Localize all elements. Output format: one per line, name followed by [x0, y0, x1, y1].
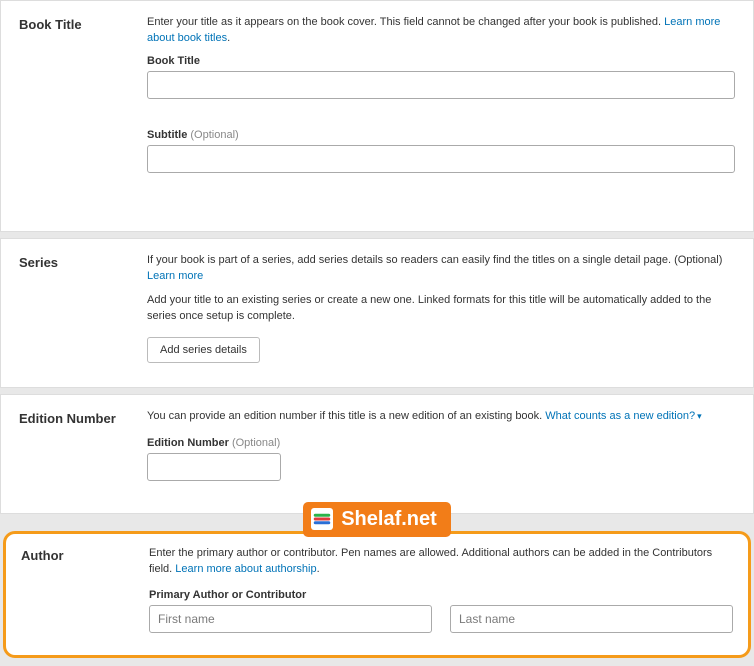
- author-field-label: Primary Author or Contributor: [149, 589, 733, 601]
- edition-number-panel: Edition Number You can provide an editio…: [0, 394, 754, 514]
- series-learn-more-link[interactable]: Learn more: [147, 270, 203, 282]
- edition-field-label: Edition Number (Optional): [147, 437, 735, 449]
- subtitle-optional-text: (Optional): [190, 129, 238, 141]
- series-desc-2: Add your title to an existing series or …: [147, 293, 735, 325]
- author-description: Enter the primary author or contributor.…: [149, 546, 733, 578]
- add-series-details-button[interactable]: Add series details: [147, 337, 260, 363]
- series-desc-1-text: If your book is part of a series, add se…: [147, 254, 722, 266]
- edition-description: You can provide an edition number if thi…: [147, 409, 735, 425]
- edition-help-link[interactable]: What counts as a new edition?▾: [545, 410, 701, 422]
- edition-heading: Edition Number: [19, 409, 147, 481]
- series-panel: Series If your book is part of a series,…: [0, 238, 754, 388]
- chevron-down-icon: ▾: [697, 411, 702, 421]
- edition-optional-text: (Optional): [232, 437, 280, 449]
- edition-help-link-text: What counts as a new edition?: [545, 410, 695, 422]
- shelaf-logo-icon: [311, 508, 333, 530]
- book-title-heading: Book Title: [19, 15, 147, 207]
- shelaf-logo-badge: Shelaf.net: [303, 502, 451, 537]
- subtitle-input[interactable]: [147, 145, 735, 173]
- edition-number-input[interactable]: [147, 453, 281, 481]
- edition-desc-text: You can provide an edition number if thi…: [147, 410, 545, 422]
- subtitle-field-label: Subtitle (Optional): [147, 129, 735, 141]
- edition-label-text: Edition Number: [147, 437, 232, 449]
- logo-row: Shelaf.net: [0, 502, 754, 537]
- book-title-field-label: Book Title: [147, 55, 735, 67]
- book-title-description: Enter your title as it appears on the bo…: [147, 15, 735, 47]
- author-panel: Author Enter the primary author or contr…: [3, 531, 751, 659]
- author-first-name-input[interactable]: [149, 605, 432, 633]
- series-desc-1: If your book is part of a series, add se…: [147, 253, 735, 285]
- shelaf-logo-text: Shelaf.net: [341, 508, 437, 531]
- subtitle-label-text: Subtitle: [147, 129, 190, 141]
- author-last-name-input[interactable]: [450, 605, 733, 633]
- author-help-link[interactable]: Learn more about authorship: [175, 563, 316, 575]
- series-heading: Series: [19, 253, 147, 363]
- author-heading: Author: [21, 546, 149, 634]
- book-title-input[interactable]: [147, 71, 735, 99]
- book-title-panel: Book Title Enter your title as it appear…: [0, 0, 754, 232]
- book-title-desc-text: Enter your title as it appears on the bo…: [147, 16, 664, 28]
